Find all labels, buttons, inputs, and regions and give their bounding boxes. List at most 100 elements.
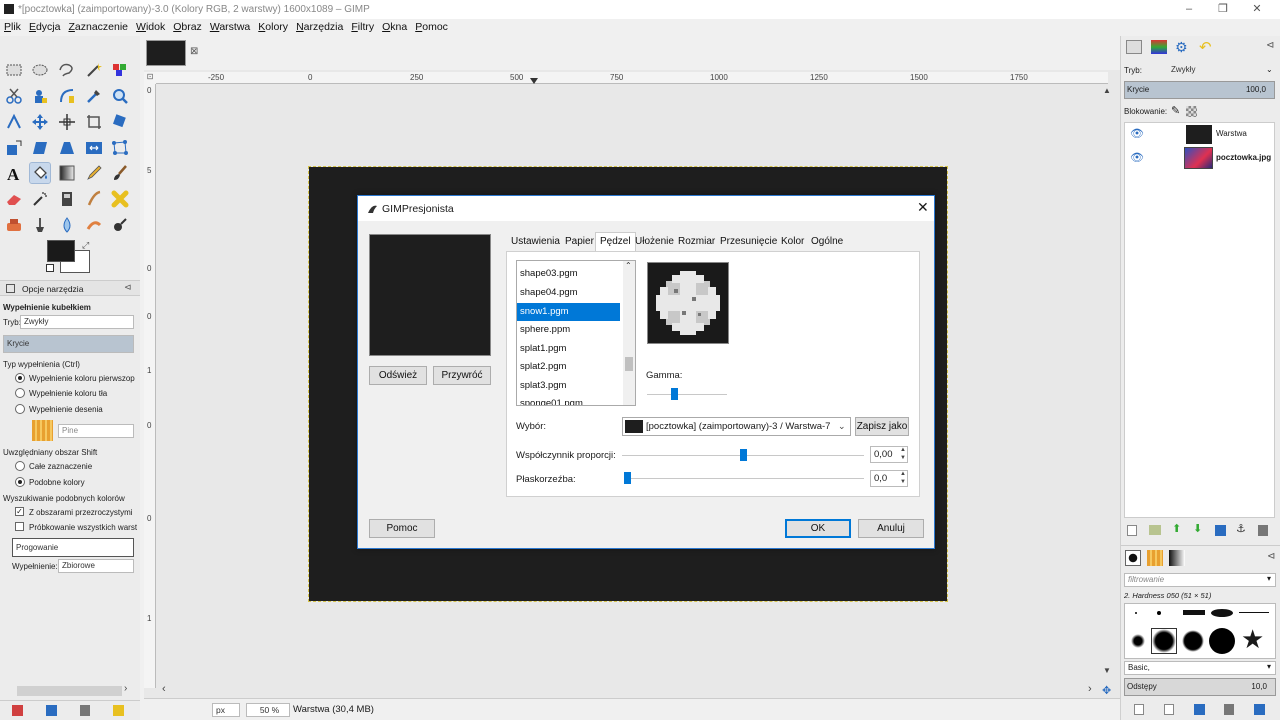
relief-slider-track[interactable] bbox=[624, 478, 864, 479]
ruler-corner[interactable]: ⊡ bbox=[144, 72, 156, 84]
help-button[interactable]: Pomoc bbox=[369, 519, 435, 538]
brushes-tab-icon[interactable] bbox=[1125, 550, 1141, 566]
foreground-color-swatch-front[interactable] bbox=[47, 240, 75, 262]
save-preset-icon[interactable] bbox=[12, 705, 23, 716]
brush-item[interactable] bbox=[1157, 611, 1161, 615]
opacity-slider[interactable]: Krycie bbox=[3, 335, 134, 353]
paintbrush-icon[interactable] bbox=[110, 163, 130, 183]
fill-bg-radio[interactable] bbox=[15, 388, 25, 398]
scroll-left-icon[interactable]: ‹ bbox=[162, 683, 166, 695]
aspect-slider-thumb[interactable] bbox=[740, 449, 747, 461]
aspect-stepper-icon[interactable]: ▲ ▼ bbox=[898, 446, 908, 463]
vertical-ruler[interactable]: 0 5 0 0 1 0 0 1 bbox=[144, 84, 156, 688]
tab-menu-icon[interactable]: ⊲ bbox=[124, 282, 132, 293]
smudge-icon[interactable] bbox=[84, 215, 104, 235]
delete-preset-icon[interactable] bbox=[80, 705, 90, 716]
color-picker-icon[interactable] bbox=[84, 86, 104, 106]
menu-pomoc[interactable]: Pomoc bbox=[411, 19, 452, 33]
blur-icon[interactable] bbox=[57, 215, 77, 235]
restore-preset-icon[interactable] bbox=[46, 705, 57, 716]
raise-layer-icon[interactable]: ⬆ bbox=[1172, 522, 1181, 535]
close-image-tab-icon[interactable]: ⊠ bbox=[190, 46, 198, 57]
scroll-up-icon[interactable]: ▲ bbox=[1103, 86, 1111, 95]
rotate-icon[interactable] bbox=[110, 112, 130, 132]
list-item[interactable]: sphere.ppm bbox=[517, 321, 620, 339]
area-all-radio[interactable] bbox=[15, 461, 25, 471]
pattern-preview[interactable] bbox=[32, 420, 53, 441]
lasso-icon[interactable] bbox=[57, 60, 77, 80]
unit-select[interactable]: px bbox=[212, 703, 240, 717]
area-similar-radio[interactable] bbox=[15, 477, 25, 487]
pattern-name-field[interactable]: Pine bbox=[58, 424, 134, 438]
horizontal-scrollbar[interactable]: ‹ › bbox=[156, 683, 1102, 696]
spacing-slider[interactable]: Odstępy 10,0 bbox=[1124, 678, 1276, 696]
pencil-icon[interactable] bbox=[84, 163, 104, 183]
menu-plik[interactable]: Plik bbox=[0, 19, 25, 33]
sample-merged-checkbox[interactable] bbox=[15, 522, 24, 531]
new-brush-icon[interactable] bbox=[1164, 704, 1174, 715]
foreground-select-icon[interactable] bbox=[30, 86, 50, 106]
heal-icon[interactable] bbox=[110, 189, 130, 209]
brush-item[interactable] bbox=[1183, 610, 1205, 615]
perspective-icon[interactable] bbox=[57, 138, 77, 158]
layer-row[interactable]: 👁 pocztowka.jpg bbox=[1124, 147, 1272, 170]
paths-tab-icon[interactable]: ⚙ bbox=[1175, 39, 1188, 56]
brush-grid[interactable]: ★ bbox=[1124, 603, 1276, 659]
ink-icon[interactable] bbox=[57, 189, 77, 209]
close-button[interactable]: ✕ bbox=[1240, 1, 1274, 18]
mode-select[interactable]: Zwykły bbox=[20, 315, 134, 329]
layer-opacity-slider[interactable]: Krycie 100,0 bbox=[1124, 81, 1275, 99]
default-colors-icon[interactable] bbox=[46, 264, 54, 272]
drawable-select[interactable]: [pocztowka] (zaimportowany)-3 / Warstwa-… bbox=[622, 417, 851, 436]
zoom-select[interactable]: 50 % bbox=[246, 703, 290, 717]
ellipse-select-icon[interactable] bbox=[30, 60, 50, 80]
fill-by-select[interactable]: Zbiorowe bbox=[58, 559, 134, 573]
tool-options-tab[interactable]: Opcje narzędzia ⊲ bbox=[0, 280, 140, 296]
patterns-tab-icon[interactable] bbox=[1147, 550, 1163, 566]
duplicate-layer-icon[interactable] bbox=[1215, 525, 1226, 536]
anchor-layer-icon[interactable]: ⚓ bbox=[1236, 522, 1246, 535]
refresh-button[interactable]: Odśwież bbox=[369, 366, 427, 385]
toolbox-hscrollbar[interactable] bbox=[17, 686, 122, 696]
brush-filter-input[interactable]: filtrowanie ▾ bbox=[1124, 573, 1276, 587]
brush-item[interactable] bbox=[1131, 634, 1145, 648]
horizontal-ruler[interactable]: -250 0 250 500 750 1000 1250 1500 1750 bbox=[156, 72, 1108, 84]
menu-narzedzia[interactable]: Narzędzia bbox=[292, 19, 347, 33]
measure-icon[interactable] bbox=[4, 112, 24, 132]
tab-ogolne[interactable]: Ogólne bbox=[811, 236, 843, 247]
star-brush-icon[interactable]: ★ bbox=[1241, 626, 1264, 652]
menu-widok[interactable]: Widok bbox=[132, 19, 169, 33]
undo-history-tab-icon[interactable]: ↶ bbox=[1199, 38, 1212, 56]
delete-layer-icon[interactable] bbox=[1258, 525, 1268, 536]
text-tool-icon[interactable]: A bbox=[4, 163, 24, 184]
brush-item[interactable] bbox=[1182, 630, 1204, 652]
swap-colors-icon[interactable]: ⤢ bbox=[82, 240, 89, 251]
list-item[interactable]: splat1.pgm bbox=[517, 340, 620, 358]
cancel-button[interactable]: Anuluj bbox=[858, 519, 924, 538]
shear-icon[interactable] bbox=[30, 138, 50, 158]
menu-edycja[interactable]: Edycja bbox=[25, 19, 65, 33]
list-item[interactable]: shape03.pgm bbox=[517, 265, 620, 283]
fill-fg-radio[interactable] bbox=[15, 373, 25, 383]
list-item[interactable]: splat2.pgm bbox=[517, 358, 620, 376]
new-layer-icon[interactable] bbox=[1127, 525, 1137, 536]
menu-zaznaczenie[interactable]: Zaznaczenie bbox=[64, 19, 132, 33]
brush-item[interactable] bbox=[1211, 609, 1233, 617]
tab-papier[interactable]: Papier bbox=[565, 236, 594, 247]
gamma-slider-track[interactable] bbox=[647, 394, 727, 395]
menu-warstwa[interactable]: Warstwa bbox=[206, 19, 254, 33]
zoom-icon[interactable] bbox=[110, 86, 130, 106]
eraser-icon[interactable] bbox=[4, 189, 24, 209]
edit-brush-icon[interactable] bbox=[1134, 704, 1144, 715]
dock-menu-icon[interactable]: ⊲ bbox=[1266, 40, 1274, 51]
clone-icon[interactable] bbox=[4, 215, 24, 235]
fill-pattern-radio[interactable] bbox=[15, 404, 25, 414]
menu-obraz[interactable]: Obraz bbox=[169, 19, 206, 33]
airbrush-icon[interactable] bbox=[30, 189, 50, 209]
paths-icon[interactable] bbox=[57, 86, 77, 106]
delete-brush-icon[interactable] bbox=[1224, 704, 1234, 715]
lock-alpha-icon[interactable] bbox=[1186, 106, 1197, 117]
transparent-areas-checkbox[interactable]: ✓ bbox=[15, 507, 24, 516]
bucket-fill-icon[interactable] bbox=[29, 162, 51, 184]
dock-menu-icon[interactable]: ⊲ bbox=[1267, 551, 1275, 562]
